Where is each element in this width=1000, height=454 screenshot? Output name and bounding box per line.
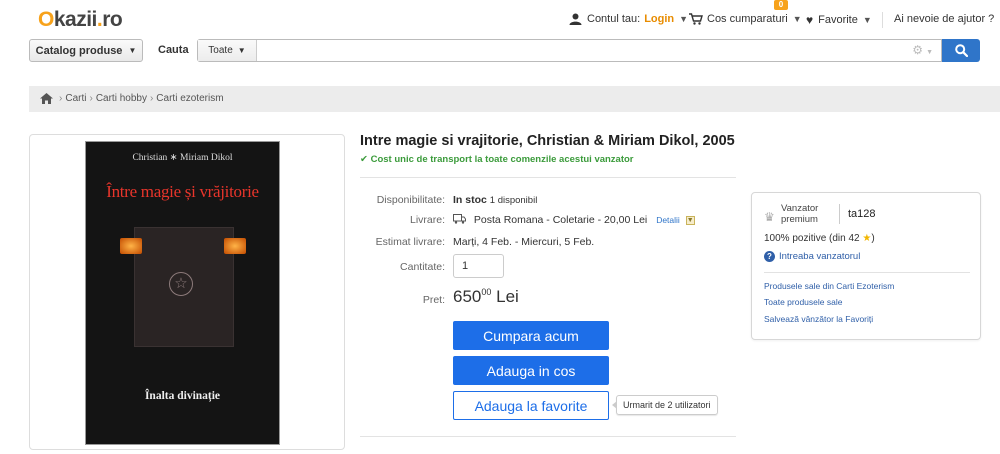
favorites-label: Favorite	[818, 14, 858, 26]
home-icon[interactable]	[40, 93, 53, 104]
price-label: Pret:	[422, 294, 445, 306]
price-integer: 650	[453, 287, 482, 306]
seller-panel: ♛ Vanzator premium ta128 100% pozitive (…	[751, 192, 981, 340]
chevron-down-icon[interactable]: ▼	[685, 215, 695, 225]
premium-badge-icon: ♛	[764, 210, 775, 224]
catalog-label: Catalog produse	[35, 44, 123, 57]
ask-seller-label: Intreaba vanzatorul	[779, 251, 861, 262]
buy-now-button[interactable]: Cumpara acum	[453, 321, 609, 350]
search-icon	[954, 44, 968, 57]
watchers-badge: Urmarit de 2 utilizatori	[612, 395, 718, 415]
logo-tld: ro	[102, 8, 123, 31]
heart-icon: ♥	[806, 13, 814, 27]
divider	[764, 272, 970, 273]
check-icon: ✔	[360, 154, 368, 165]
buy-now-label: Cumpara acum	[483, 327, 579, 344]
breadcrumb-separator: ›	[59, 93, 63, 104]
help-link[interactable]: Ai nevoie de ajutor ?	[894, 13, 994, 25]
chevron-down-icon: ▼	[862, 15, 872, 25]
breadcrumb-separator: ›	[89, 93, 93, 104]
catalog-button[interactable]: Catalog produse ▼	[29, 39, 143, 62]
favorites-menu[interactable]: ♥ Favorite ▼	[806, 13, 872, 27]
cover-subtitle: Înalta divinație	[144, 390, 221, 402]
add-to-cart-label: Adauga in cos	[486, 362, 576, 379]
cover-lamp-left	[120, 238, 142, 254]
pentagram-icon: ☆	[169, 272, 193, 296]
site-logo[interactable]: Okazii.ro	[38, 8, 123, 32]
search-bar: Toate ▼ ⚙ ▼	[197, 39, 942, 62]
logo-letter-o: O	[38, 8, 54, 31]
login-link[interactable]: Login	[644, 13, 674, 25]
question-icon: ?	[764, 251, 775, 262]
chevron-down-icon: ▼	[237, 46, 246, 55]
breadcrumb-item-carti[interactable]: Carti	[65, 93, 86, 104]
help-label: Ai nevoie de ajutor ?	[894, 13, 995, 25]
cart-menu[interactable]: Cos cumparaturi ▼	[689, 13, 802, 25]
caret-down-icon: ▼	[128, 46, 137, 55]
cart-label: Cos cumparaturi	[707, 13, 788, 25]
availability-label: Disponibilitate:	[376, 194, 445, 206]
chevron-down-icon: ▼	[679, 14, 689, 24]
price-currency: Lei	[496, 287, 519, 306]
add-to-cart-button[interactable]: Adauga in cos	[453, 356, 609, 385]
shipping-note: ✔ Cost unic de transport la toate comenz…	[360, 154, 634, 165]
estimate-label: Estimat livrare:	[375, 236, 445, 248]
cover-authors: Christian ∗ Miriam Dikol	[132, 153, 233, 163]
delivery-label: Livrare:	[409, 214, 445, 226]
seller-name[interactable]: ta128	[848, 208, 876, 220]
breadcrumb: › Carti › Carti hobby › Carti ezoterism	[29, 86, 1000, 112]
user-icon	[569, 13, 582, 25]
logo-text: kazii	[53, 8, 98, 31]
book-cover-image: Christian ∗ Miriam Dikol Între magie și …	[86, 142, 279, 444]
price-value: 65000 Lei	[453, 287, 519, 307]
delivery-value: Posta Romana - Coletarie - 20,00 Lei Det…	[453, 214, 695, 226]
search-button[interactable]	[942, 39, 980, 62]
search-input[interactable]	[258, 40, 908, 61]
breadcrumb-item-carti-hobby[interactable]: Carti hobby	[96, 93, 147, 104]
quantity-label: Cantitate:	[400, 261, 445, 273]
cart-count-badge: 0	[774, 0, 788, 10]
ask-seller-link[interactable]: ? Intreaba vanzatorul	[764, 251, 860, 262]
delivery-method: Posta Romana - Coletarie - 20,00 Lei	[473, 214, 648, 226]
delivery-details-link[interactable]: Detalii	[656, 215, 680, 225]
gear-icon[interactable]: ⚙ ▼	[912, 43, 933, 57]
divider	[839, 204, 840, 224]
cover-title: Între magie și vrăjitorie	[106, 182, 259, 201]
quantity-input[interactable]: 1	[453, 254, 504, 278]
availability-value: In stoc 1 disponibil	[453, 194, 537, 206]
cart-icon	[689, 13, 703, 25]
product-title: Intre magie si vrajitorie, Christian & M…	[360, 133, 735, 149]
truck-icon	[453, 214, 466, 224]
search-scope-value: Toate	[208, 45, 233, 56]
search-label: Cauta	[158, 44, 189, 56]
divider	[360, 177, 736, 178]
availability-status: In stoc	[453, 194, 487, 206]
seller-rating: 100% pozitive (din 42 ★)	[764, 233, 875, 244]
breadcrumb-item-carti-ezoterism[interactable]: Carti ezoterism	[156, 93, 223, 104]
search-scope-select[interactable]: Toate ▼	[198, 40, 257, 61]
availability-count: 1 disponibil	[489, 195, 538, 206]
seller-rating-close: )	[871, 233, 875, 244]
seller-tier: Vanzator premium	[781, 203, 819, 225]
add-to-favorites-button[interactable]: Adauga la favorite	[453, 391, 609, 420]
seller-category-products-link[interactable]: Produsele sale din Carti Ezoterism	[764, 281, 894, 291]
cover-lamp-right	[224, 238, 246, 254]
product-image-frame[interactable]: Christian ∗ Miriam Dikol Între magie și …	[29, 134, 345, 450]
chevron-down-icon: ▼	[792, 14, 802, 24]
divider	[360, 436, 736, 437]
header-divider	[882, 12, 883, 28]
save-seller-favorites-link[interactable]: Salvează vânzător la Favoriți	[764, 314, 873, 324]
price-decimals: 00	[481, 287, 492, 297]
account-label: Contul tau:	[587, 13, 641, 25]
add-to-favorites-label: Adauga la favorite	[474, 397, 588, 414]
estimate-value: Marți, 4 Feb. - Miercuri, 5 Feb.	[453, 236, 595, 248]
seller-rating-text: 100% pozitive (din 42	[764, 233, 860, 244]
shipping-note-text: Cost unic de transport la toate comenzil…	[370, 154, 634, 165]
account-menu[interactable]: Contul tau: Login ▼	[569, 13, 688, 25]
seller-all-products-link[interactable]: Toate produsele sale	[764, 297, 842, 307]
top-header: Okazii.ro Contul tau: Login ▼ Cos cumpar…	[0, 0, 1000, 36]
breadcrumb-separator: ›	[149, 93, 154, 104]
